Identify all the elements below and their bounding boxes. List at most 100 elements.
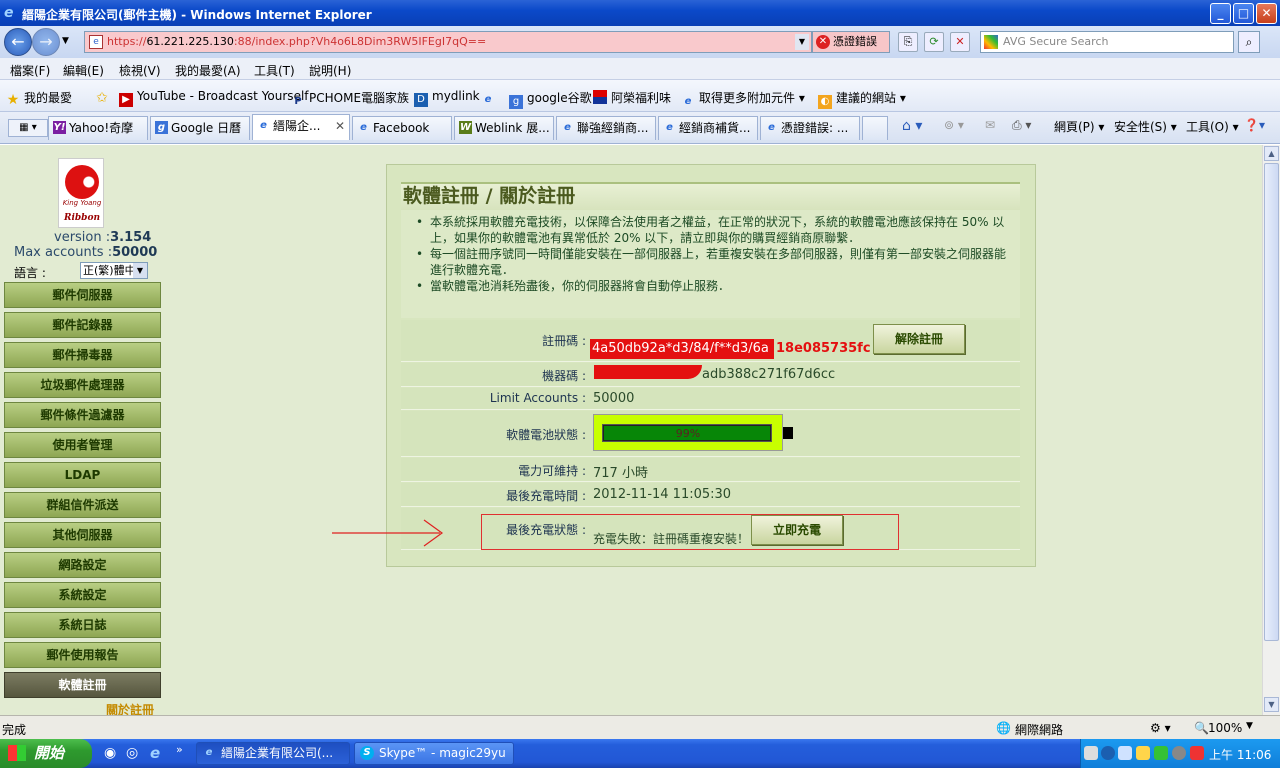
sidebar-item[interactable]: 郵件條件過濾器 bbox=[4, 402, 161, 428]
new-tab-button[interactable] bbox=[862, 116, 888, 140]
scroll-up-icon[interactable]: ▲ bbox=[1264, 146, 1279, 161]
tab-weblink[interactable]: W Weblink 展... bbox=[454, 116, 554, 140]
tray-keyboard-icon[interactable] bbox=[1084, 746, 1098, 760]
quick-tabs-icon[interactable]: ▦ ▾ bbox=[8, 119, 48, 137]
fav-suggested-sites[interactable]: ◐ 建議的網站 ▾ bbox=[818, 89, 906, 109]
sidebar-item[interactable]: 軟體註冊 bbox=[4, 672, 161, 698]
search-input[interactable]: AVG Secure Search bbox=[980, 31, 1234, 53]
tab-synnex-dealer[interactable]: e 聯強經銷商... bbox=[556, 116, 656, 140]
certificate-error-button[interactable]: ✕ 憑證錯誤 bbox=[812, 31, 890, 53]
battery-percent: 99% bbox=[675, 427, 701, 440]
menu-edit[interactable]: 編輯(E) bbox=[63, 62, 104, 79]
search-icon[interactable]: ⌕ bbox=[1238, 31, 1260, 53]
ie-icon: e bbox=[4, 5, 14, 21]
sidebar-item[interactable]: LDAP bbox=[4, 462, 161, 488]
print-icon[interactable]: ⎙ ▾ bbox=[1012, 118, 1031, 133]
menu-favorites[interactable]: 我的最愛(A) bbox=[175, 62, 241, 79]
quicklaunch-desktop-icon[interactable]: ◉ bbox=[104, 745, 116, 761]
forward-button[interactable]: → bbox=[32, 28, 60, 56]
history-dropdown-icon[interactable]: ▼ bbox=[62, 36, 69, 46]
back-button[interactable]: ← bbox=[4, 28, 32, 56]
menu-tools[interactable]: 工具(T) bbox=[254, 62, 295, 79]
menu-view[interactable]: 檢視(V) bbox=[119, 62, 161, 79]
minimize-button[interactable]: _ bbox=[1210, 3, 1231, 24]
sidebar-item[interactable]: 郵件伺服器 bbox=[4, 282, 161, 308]
close-tab-icon[interactable]: ✕ bbox=[335, 115, 345, 137]
machine-code-redacted bbox=[594, 365, 702, 379]
tray-network-icon[interactable] bbox=[1118, 746, 1132, 760]
info-bullet: 當軟體電池消耗殆盡後，你的伺服器將會自動停止服務． bbox=[416, 278, 1015, 294]
safety-menu[interactable]: 安全性(S) ▾ bbox=[1114, 118, 1177, 135]
fav-youtube[interactable]: ▶ YouTube - Broadcast Yourself bbox=[119, 89, 309, 107]
tray-security-icon[interactable] bbox=[1136, 746, 1150, 760]
clock[interactable]: 上午 11:06 bbox=[1209, 746, 1271, 763]
home-icon[interactable]: ⌂ ▾ bbox=[902, 118, 922, 134]
address-dropdown-icon[interactable]: ▼ bbox=[795, 34, 809, 50]
fav-ie-page[interactable]: e bbox=[481, 89, 499, 107]
tools-menu[interactable]: 工具(O) ▾ bbox=[1186, 118, 1239, 135]
tray-expand-icon[interactable] bbox=[1101, 746, 1115, 760]
fav-addons[interactable]: e 取得更多附加元件 ▾ bbox=[681, 89, 805, 109]
favorites-button[interactable]: ★ 我的最愛 bbox=[6, 89, 72, 107]
compatibility-view-icon[interactable]: ⎘ bbox=[898, 32, 918, 52]
limit-accounts-label: Limit Accounts : bbox=[489, 391, 586, 405]
maximize-button[interactable]: □ bbox=[1233, 3, 1254, 24]
sidebar-item[interactable]: 群組信件派送 bbox=[4, 492, 161, 518]
sidebar-item[interactable]: 郵件掃毒器 bbox=[4, 342, 161, 368]
protected-mode-icon[interactable]: ⚙ ▾ bbox=[1150, 721, 1171, 735]
sidebar-item[interactable]: 系統設定 bbox=[4, 582, 161, 608]
close-button[interactable]: ✕ bbox=[1256, 3, 1277, 24]
page-menu[interactable]: 網頁(P) ▾ bbox=[1054, 118, 1104, 135]
tab-facebook[interactable]: e Facebook bbox=[352, 116, 452, 140]
tray-line-icon[interactable] bbox=[1154, 746, 1168, 760]
ie-page-icon: e bbox=[684, 96, 692, 107]
taskbar-item-skype[interactable]: S Skype™ - magic29yu bbox=[354, 742, 514, 765]
scroll-thumb[interactable] bbox=[1264, 163, 1279, 641]
add-favorite-button[interactable]: ✩ bbox=[95, 89, 113, 105]
tab-google-calendar[interactable]: g Google 日曆 bbox=[150, 116, 250, 140]
fav-mydlink[interactable]: Dmydlink bbox=[414, 89, 480, 107]
sidebar-item[interactable]: 使用者管理 bbox=[4, 432, 161, 458]
language-select[interactable]: 正(繁)體中文 ▼ bbox=[80, 262, 148, 279]
machine-code-label: 機器碼 : bbox=[542, 369, 586, 383]
power-hours-value: 717 小時 bbox=[593, 466, 648, 481]
refresh-icon[interactable]: ⟳ bbox=[924, 32, 944, 52]
ie-page-icon: e bbox=[484, 94, 492, 105]
favorites-label: 我的最愛 bbox=[24, 91, 73, 105]
tab-active-mail-server[interactable]: e 縉陽企... ✕ bbox=[252, 114, 350, 140]
zoom-level[interactable]: 100% bbox=[1208, 721, 1242, 735]
sidebar-item[interactable]: 網路設定 bbox=[4, 552, 161, 578]
quicklaunch-more-icon[interactable]: » bbox=[176, 743, 183, 756]
help-icon[interactable]: ❓▾ bbox=[1244, 118, 1265, 132]
stop-icon[interactable]: ✕ bbox=[950, 32, 970, 52]
vertical-scrollbar[interactable]: ▲ ▼ bbox=[1262, 145, 1280, 715]
sidebar-item[interactable]: 其他伺服器 bbox=[4, 522, 161, 548]
sidebar-item[interactable]: 郵件使用報告 bbox=[4, 642, 161, 668]
scroll-down-icon[interactable]: ▼ bbox=[1264, 697, 1279, 712]
sidebar-item[interactable]: 垃圾郵件處理器 bbox=[4, 372, 161, 398]
window-title-bar[interactable]: e 縉陽企業有限公司(郵件主機) - Windows Internet Expl… bbox=[0, 0, 1280, 26]
fav-pchome[interactable]: P PCHOME電腦家族 bbox=[291, 89, 409, 109]
taskbar-item-ie[interactable]: e 縉陽企業有限公司(... bbox=[196, 742, 350, 765]
unregister-button[interactable]: 解除註冊 bbox=[873, 324, 965, 354]
tray-antivirus-icon[interactable] bbox=[1190, 746, 1204, 760]
fav-google[interactable]: g google谷歌 bbox=[509, 89, 592, 109]
quicklaunch-media-icon[interactable]: ◎ bbox=[126, 745, 138, 761]
fav-arong[interactable]: 阿榮福利味 bbox=[593, 89, 671, 106]
address-input[interactable]: e https://61.221.225.130:88/index.php?Vh… bbox=[84, 31, 812, 53]
menu-file[interactable]: 檔案(F) bbox=[10, 62, 50, 79]
logo-small-text: King Yoang bbox=[62, 199, 102, 207]
zoom-icon[interactable]: 🔍 bbox=[1194, 721, 1209, 735]
sidebar-item[interactable]: 郵件記錄器 bbox=[4, 312, 161, 338]
tab-yahoo[interactable]: Y! Yahoo!奇摩 bbox=[48, 116, 148, 140]
tray-volume-icon[interactable] bbox=[1172, 746, 1186, 760]
quicklaunch-ie-icon[interactable]: e bbox=[150, 744, 160, 762]
zoom-dropdown-icon[interactable]: ▼ bbox=[1246, 721, 1253, 731]
tab-cert-error[interactable]: e 憑證錯誤: ... bbox=[760, 116, 860, 140]
menu-help[interactable]: 說明(H) bbox=[309, 62, 351, 79]
read-mail-icon[interactable]: ✉ bbox=[985, 118, 995, 132]
tab-dealer-restock[interactable]: e 經銷商補貨... bbox=[658, 116, 758, 140]
start-button[interactable]: 開始 bbox=[0, 739, 92, 768]
feeds-icon[interactable]: ⊚ ▾ bbox=[944, 118, 964, 132]
sidebar-item[interactable]: 系統日誌 bbox=[4, 612, 161, 638]
